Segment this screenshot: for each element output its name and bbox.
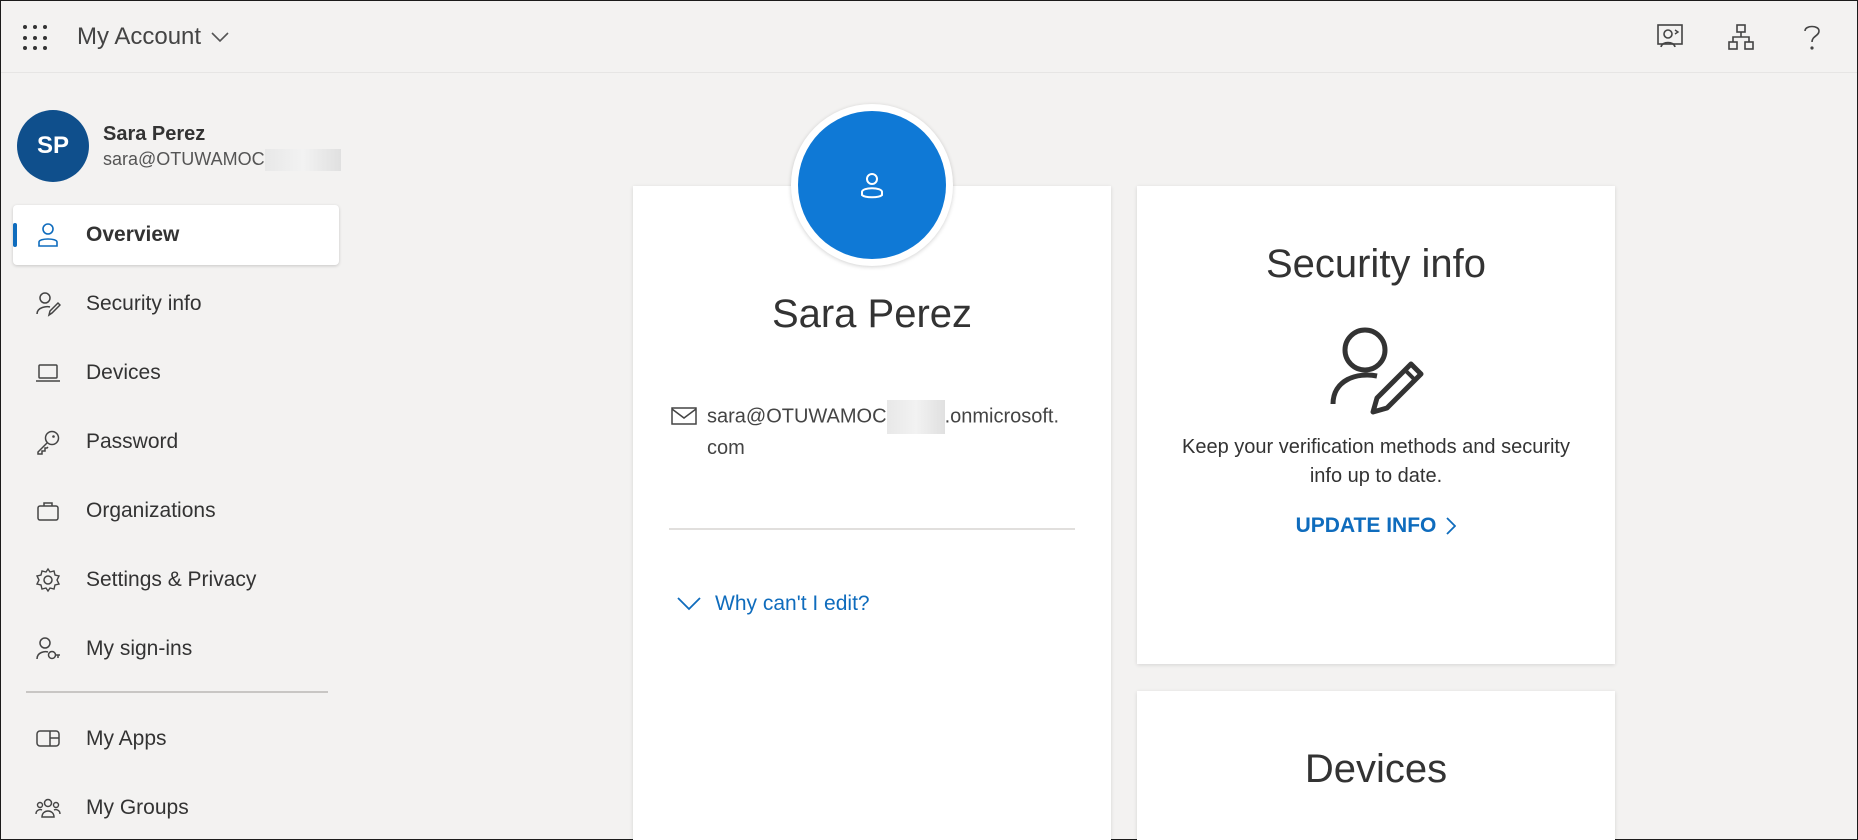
sidebar-item-label: Security info [86, 292, 202, 315]
app-title: My Account [77, 23, 202, 50]
organization-icon[interactable] [1723, 19, 1759, 55]
profile-name: Sara Perez [771, 292, 973, 336]
sidebar-item-label: Organizations [86, 499, 216, 522]
sidebar-item-password[interactable]: Password [13, 412, 339, 472]
key-icon [35, 429, 61, 455]
sidebar-item-my-apps[interactable]: My Apps [13, 709, 339, 769]
person-icon [861, 173, 883, 199]
sidebar-item-my-groups[interactable]: My Groups [13, 778, 339, 838]
security-info-card: Security info Keep your verification met… [1137, 186, 1615, 664]
why-link-label: Why can't I edit? [715, 592, 870, 615]
user-name: Sara Perez [103, 122, 206, 145]
sidebar-item-label: Settings & Privacy [86, 568, 257, 591]
update-info-link[interactable]: UPDATE INFO [1137, 514, 1615, 538]
sidebar-item-organizations[interactable]: Organizations [13, 481, 339, 541]
sidebar-item-overview[interactable]: Overview [13, 205, 339, 265]
sidebar-item-devices[interactable]: Devices [13, 343, 339, 403]
avatar[interactable]: SP [17, 110, 89, 182]
feedback-icon[interactable] [1652, 19, 1688, 55]
devices-title: Devices [1304, 747, 1448, 791]
apps-icon [35, 726, 61, 752]
sidebar-item-label: Overview [86, 223, 180, 246]
profile-email-row: sara@OTUWAMOC .onmicrosoft. com [671, 400, 1081, 463]
sidebar-item-label: My Apps [86, 727, 167, 750]
sidebar-divider [26, 691, 328, 693]
top-bar: My Account [1, 1, 1857, 73]
briefcase-icon [35, 498, 61, 524]
sidebar-item-security-info[interactable]: Security info [13, 274, 339, 334]
app-title-menu[interactable]: My Account [77, 23, 229, 51]
security-info-description: Keep your verification methods and secur… [1182, 436, 1570, 487]
sidebar: SP Sara Perez sara@OTUWAMOC Overview Sec… [1, 74, 351, 840]
help-icon[interactable] [1794, 19, 1830, 55]
user-email: sara@OTUWAMOC [103, 147, 341, 172]
profile-email: sara@OTUWAMOC .onmicrosoft. com [707, 400, 1059, 463]
profile-photo-circle [798, 111, 946, 259]
redacted-block [264, 149, 341, 172]
profile-photo[interactable] [791, 104, 953, 266]
app-launcher-icon[interactable] [23, 25, 49, 51]
sidebar-item-label: Password [86, 430, 179, 453]
why-cant-i-edit-link[interactable]: Why can't I edit? [677, 592, 870, 616]
sidebar-nav: Overview Security info Devices Password … [1, 205, 351, 840]
person-key-icon [35, 636, 61, 662]
mail-icon [671, 407, 697, 425]
sidebar-item-label: My Groups [86, 796, 189, 819]
chevron-down-icon [211, 32, 229, 43]
redacted-block [886, 400, 945, 434]
security-info-title: Security info [1265, 242, 1487, 286]
sidebar-item-my-sign-ins[interactable]: My sign-ins [13, 619, 339, 679]
person-edit-icon [35, 291, 61, 317]
chevron-right-icon [1446, 517, 1457, 535]
devices-card: Devices [1137, 691, 1615, 840]
groups-icon [35, 795, 61, 821]
sidebar-item-label: My sign-ins [86, 637, 193, 660]
gear-icon [35, 567, 61, 593]
person-edit-icon [1330, 327, 1424, 415]
sidebar-item-label: Devices [86, 361, 161, 384]
profile-divider [669, 528, 1075, 530]
person-icon [35, 222, 61, 248]
profile-card: Sara Perez sara@OTUWAMOC .onmicrosoft. co… [633, 186, 1111, 840]
chevron-down-icon [677, 597, 701, 611]
sidebar-item-settings-privacy[interactable]: Settings & Privacy [13, 550, 339, 610]
laptop-icon [35, 360, 61, 386]
user-summary: SP Sara Perez sara@OTUWAMOC [17, 110, 341, 182]
update-info-label: UPDATE INFO [1295, 514, 1437, 537]
